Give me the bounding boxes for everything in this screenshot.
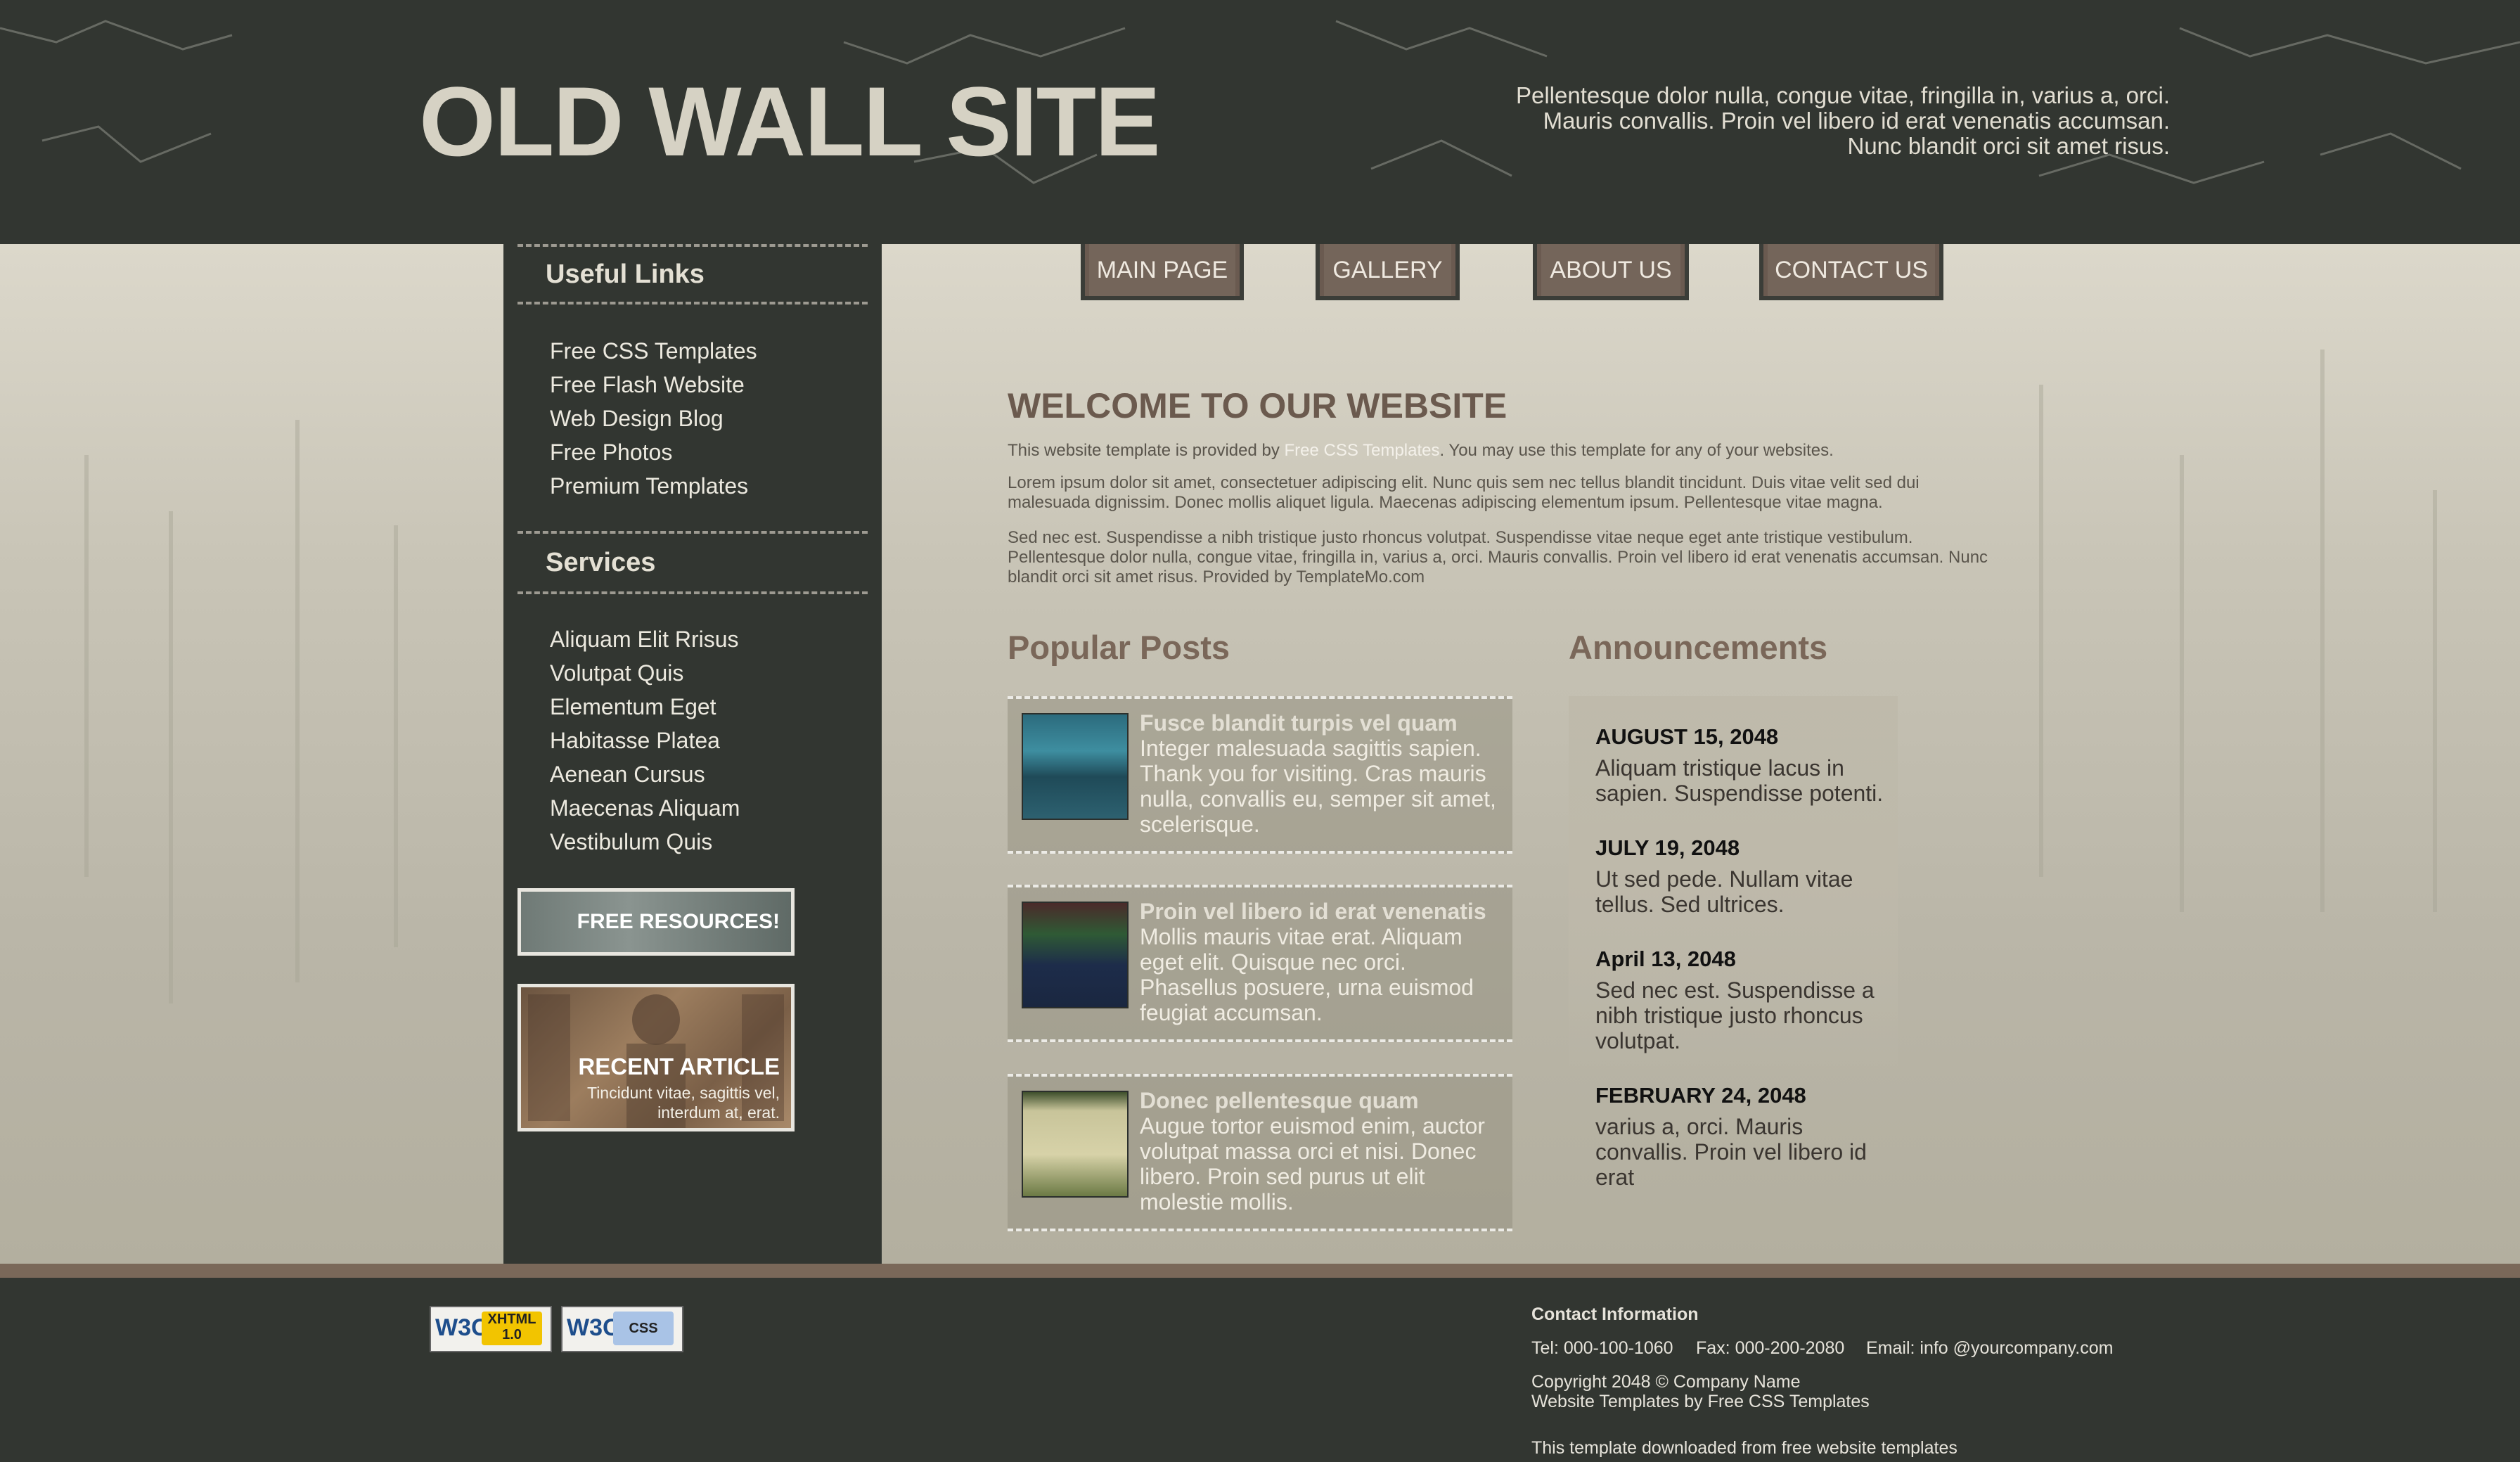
wall-streak <box>295 420 300 982</box>
announcement-date: AUGUST 15, 2048 <box>1595 724 1779 749</box>
useful-link[interactable]: Web Design Blog <box>550 402 757 435</box>
footer-border <box>0 1264 2520 1278</box>
welcome-title: WELCOME TO OUR WEBSITE <box>1008 386 1508 425</box>
wall-streak <box>2180 455 2184 912</box>
service-link[interactable]: Vestibulum Quis <box>550 825 740 859</box>
divider <box>518 531 868 534</box>
header-description-line: Mauris convallis. Proin vel libero id er… <box>1543 108 2170 134</box>
header-description-line: Nunc blandit orci sit amet risus. <box>1847 133 2170 159</box>
announcement-text: Ut sed pede. Nullam vitae tellus. Sed ul… <box>1595 866 1853 917</box>
wall-streak <box>169 511 173 1003</box>
header-description: Pellentesque dolor nulla, congue vitae, … <box>1467 83 2170 159</box>
announcement-text: varius a, orci. Mauris convallis. Proin … <box>1595 1114 1867 1190</box>
nav-main-page[interactable]: MAIN PAGE <box>1081 244 1244 300</box>
service-link[interactable]: Volutpat Quis <box>550 656 740 690</box>
services-list: Aliquam Elit Rrisus Volutpat Quis Elemen… <box>550 622 740 859</box>
copyright: Copyright 2048 © Company Name <box>1531 1372 1801 1392</box>
css-label: CSS <box>613 1312 674 1345</box>
popular-posts-title: Popular Posts <box>1008 629 1230 666</box>
paragraph: Sed nec est. Suspendisse a nibh tristiqu… <box>1008 528 1988 586</box>
footer: W3C XHTML 1.0 W3C CSS Contact Informatio… <box>0 1278 2520 1462</box>
divider <box>518 591 868 594</box>
divider <box>518 244 868 247</box>
wall-streak <box>84 455 89 877</box>
w3c-logo: W3C <box>435 1314 489 1341</box>
useful-link[interactable]: Free CSS Templates <box>550 334 757 368</box>
contact-fax: Fax: 000-200-2080 <box>1696 1338 1845 1358</box>
free-resources-label: FREE RESOURCES! <box>577 910 780 933</box>
contact-title: Contact Information <box>1531 1304 1699 1324</box>
badge-label: XHTML <box>487 1312 536 1327</box>
xhtml-valid-badge[interactable]: W3C XHTML 1.0 <box>430 1306 552 1352</box>
contact-tel: Tel: 000-100-1060 <box>1531 1338 1673 1358</box>
service-link[interactable]: Habitasse Platea <box>550 724 740 757</box>
useful-links-title: Useful Links <box>546 259 705 289</box>
post-title[interactable]: Fusce blandit turpis vel quam <box>1140 710 1458 736</box>
intro-text: . You may use this template for any of y… <box>1439 441 1834 460</box>
post-title[interactable]: Proin vel libero id erat venenatis <box>1140 899 1486 925</box>
w3c-logo: W3C <box>567 1314 620 1341</box>
intro-text: This website template is provided by <box>1008 441 1285 460</box>
badge-version: 1.0 <box>502 1327 522 1342</box>
announcement-date: FEBRUARY 24, 2048 <box>1595 1083 1806 1108</box>
nav-label: ABOUT US <box>1541 244 1680 296</box>
nav-label: CONTACT US <box>1768 244 1935 296</box>
service-link[interactable]: Maecenas Aliquam <box>550 791 740 825</box>
header: OLD WALL SITE Pellentesque dolor nulla, … <box>0 0 2520 244</box>
free-css-templates-link[interactable]: Free CSS Templates <box>1285 441 1440 460</box>
service-link[interactable]: Aliquam Elit Rrisus <box>550 622 740 656</box>
intro-paragraph: This website template is provided by Fre… <box>1008 441 2006 461</box>
wall-streak <box>2433 490 2437 912</box>
wall-streak <box>2320 350 2325 912</box>
site-title[interactable]: OLD WALL SITE <box>419 62 1161 181</box>
announcement-text: Aliquam tristique lacus in sapien. Suspe… <box>1595 755 1884 806</box>
post-excerpt: Mollis mauris vitae erat. Aliquam eget e… <box>1140 924 1474 1025</box>
free-resources-banner[interactable]: FREE RESOURCES! <box>518 888 795 956</box>
header-description-line: Pellentesque dolor nulla, congue vitae, … <box>1515 82 2170 108</box>
announcements-panel: AUGUST 15, 2048 Aliquam tristique lacus … <box>1569 696 1898 1190</box>
announcement-text: Sed nec est. Suspendisse a nibh tristiqu… <box>1595 977 1875 1053</box>
post-item[interactable]: Fusce blandit turpis vel quam Integer ma… <box>1008 696 1512 854</box>
post-thumbnail[interactable] <box>1022 902 1129 1008</box>
nav-about-us[interactable]: ABOUT US <box>1533 244 1689 300</box>
divider <box>518 302 868 304</box>
announcements-title: Announcements <box>1569 629 1828 666</box>
useful-link[interactable]: Free Flash Website <box>550 368 757 402</box>
post-thumbnail[interactable] <box>1022 1091 1129 1198</box>
nav-contact-us[interactable]: CONTACT US <box>1759 244 1943 300</box>
css-valid-badge[interactable]: W3C CSS <box>561 1306 683 1352</box>
recent-article-title: RECENT ARTICLE <box>578 1053 780 1079</box>
nav-label: GALLERY <box>1324 244 1451 296</box>
post-thumbnail[interactable] <box>1022 713 1129 820</box>
nav-gallery[interactable]: GALLERY <box>1316 244 1460 300</box>
sidebar: Useful Links Free CSS Templates Free Fla… <box>503 244 882 1264</box>
contact-email[interactable]: Email: info @yourcompany.com <box>1866 1338 2113 1359</box>
recent-article-summary: Tincidunt vitae, sagittis vel, interdum … <box>555 1083 780 1122</box>
services-title: Services <box>546 548 656 577</box>
recent-article-line: interdum at, erat. <box>657 1103 780 1122</box>
nav-label: MAIN PAGE <box>1089 244 1235 296</box>
post-excerpt: Integer malesuada sagittis sapien. Thank… <box>1140 736 1496 837</box>
announcement-date: April 13, 2048 <box>1595 947 1736 971</box>
service-link[interactable]: Aenean Cursus <box>550 757 740 791</box>
post-title[interactable]: Donec pellentesque quam <box>1140 1088 1419 1114</box>
useful-link[interactable]: Premium Templates <box>550 469 757 503</box>
wall-streak <box>2039 385 2043 877</box>
service-link[interactable]: Elementum Eget <box>550 690 740 724</box>
post-item[interactable]: Donec pellentesque quam Augue tortor eui… <box>1008 1074 1512 1231</box>
announcement-date: JULY 19, 2048 <box>1595 835 1740 860</box>
xhtml-label: XHTML 1.0 <box>482 1312 542 1345</box>
wall-streak <box>394 525 398 947</box>
templates-credit[interactable]: Website Templates by Free CSS Templates <box>1531 1392 1870 1412</box>
paragraph: Lorem ipsum dolor sit amet, consectetuer… <box>1008 473 1920 512</box>
recent-article-banner[interactable]: RECENT ARTICLE Tincidunt vitae, sagittis… <box>518 984 795 1131</box>
post-excerpt: Augue tortor euismod enim, auctor volutp… <box>1140 1113 1485 1214</box>
post-item[interactable]: Proin vel libero id erat venenatis Molli… <box>1008 885 1512 1042</box>
download-credit[interactable]: This template downloaded from free websi… <box>1531 1438 1958 1458</box>
useful-link[interactable]: Free Photos <box>550 435 757 469</box>
useful-links-list: Free CSS Templates Free Flash Website We… <box>550 334 757 503</box>
recent-article-line: Tincidunt vitae, sagittis vel, <box>587 1084 780 1102</box>
